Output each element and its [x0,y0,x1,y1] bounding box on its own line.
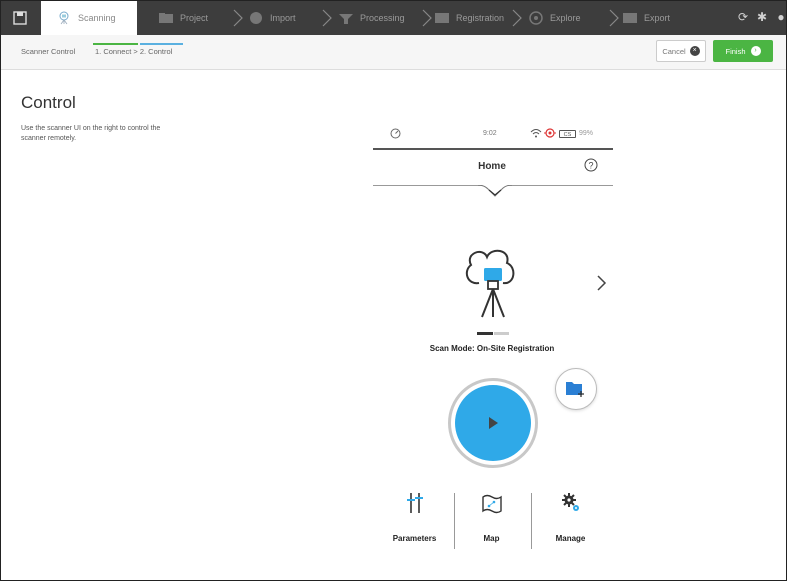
page-title: Control [21,93,76,112]
wifi-icon [530,129,542,138]
chevron-right-icon [422,9,432,27]
tab-label: Export [644,13,671,23]
scanner-tripod-icon[interactable] [453,245,531,325]
target-icon [544,128,556,138]
tab-label: Registration [456,13,505,23]
tab-scanning[interactable]: Scanning [41,1,137,35]
registration-icon [433,11,451,25]
arrow-right-icon: › [750,46,761,56]
chevron-right-icon [322,9,332,27]
explore-icon [527,11,545,25]
battery-percent: 99% [579,130,594,137]
scan-mode-label[interactable]: Scan Mode: On-Site Registration [373,344,611,353]
scanner-time: 9:02 [483,130,497,137]
finish-button[interactable]: Finish › [713,40,773,62]
import-icon [247,11,265,25]
close-icon: × [689,46,700,56]
step-control-indicator [140,43,183,45]
top-nav: Scanning Project Import Processing Regis… [1,1,786,35]
refresh-icon[interactable]: ⟳ [736,10,750,24]
page-description: Use the scanner UI on the right to contr… [21,125,161,142]
question-icon[interactable]: ? [584,158,598,172]
scanner-icon [55,11,73,25]
save-icon [13,11,27,25]
tab-label: Scanning [78,13,116,23]
settings-icon[interactable]: ✱ [755,10,769,24]
gauge-icon [390,128,401,139]
cancel-label: Cancel [662,46,686,56]
start-scan-button[interactable] [448,378,538,468]
subheader: Scanner Control 1. Connect > 2. Control … [1,35,786,70]
menu-label: Parameters [392,534,437,543]
finish-label: Finish [725,46,746,56]
tab-label: Explore [550,13,581,23]
chevron-down-icon[interactable] [478,185,512,201]
processing-icon [337,11,355,25]
divider [531,493,532,549]
play-icon [489,417,498,429]
sliders-icon [406,493,423,513]
scanner-screen-title: Home [478,161,506,172]
help-icon[interactable]: ● [774,10,786,24]
menu-parameters[interactable]: Parameters [377,491,452,551]
app-window: Scanning Project Import Processing Regis… [0,0,787,581]
menu-manage[interactable]: Manage [533,491,608,551]
tab-label: Project [180,13,209,23]
scanner-status-bar: 9:02 CS 99% [373,125,611,145]
tab-registration[interactable]: Registration [433,1,504,35]
divider [373,148,613,150]
chevron-right-icon [233,9,243,27]
breadcrumb-steps: 1. Connect > 2. Control [95,47,173,56]
menu-label: Manage [555,534,586,543]
tab-explore[interactable]: Explore [527,1,581,35]
project-icon [157,11,175,25]
folder-add-icon [566,382,584,397]
tab-label: Import [270,13,296,23]
cancel-button[interactable]: Cancel × [656,40,706,62]
tab-export[interactable]: Export [621,1,670,35]
gears-icon [561,493,579,511]
tab-project[interactable]: Project [157,1,208,35]
carousel-indicator [477,332,509,335]
tab-label: Processing [360,13,405,23]
start-scan-fill [455,385,531,461]
battery-icon: CS [559,130,576,138]
menu-map[interactable]: Map [454,491,529,551]
save-button[interactable] [9,7,31,29]
new-folder-button[interactable] [555,368,597,410]
map-icon [481,494,502,514]
tab-processing[interactable]: Processing [337,1,405,35]
svg-text:?: ? [588,161,593,171]
chevron-right-icon [512,9,522,27]
tab-import[interactable]: Import [247,1,296,35]
export-icon [621,11,639,25]
breadcrumb-root: Scanner Control [21,47,76,56]
step-connect-indicator [93,43,138,45]
chevron-right-icon [609,9,619,27]
menu-label: Map [483,534,500,543]
chevron-right-icon[interactable] [595,273,607,293]
